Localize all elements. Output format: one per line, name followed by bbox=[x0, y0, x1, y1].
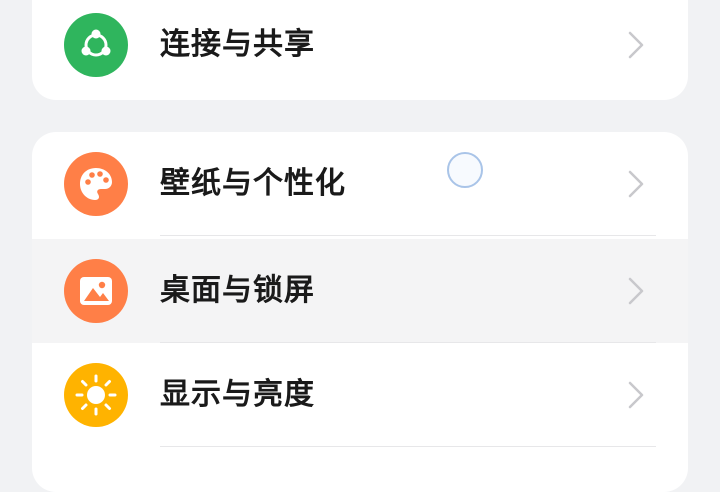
image-icon bbox=[64, 259, 128, 323]
settings-item-display-brightness[interactable]: 显示与亮度 bbox=[32, 343, 688, 447]
settings-group-connectivity: 连接与共享 bbox=[32, 0, 688, 100]
sun-icon bbox=[64, 363, 128, 427]
divider bbox=[160, 446, 656, 447]
settings-item-connection-sharing[interactable]: 连接与共享 bbox=[32, 0, 688, 90]
chevron-right-icon bbox=[628, 170, 644, 198]
settings-item-label: 壁纸与个性化 bbox=[160, 166, 346, 201]
palette-icon bbox=[64, 152, 128, 216]
divider bbox=[160, 235, 656, 236]
chevron-right-icon bbox=[628, 31, 644, 59]
settings-item-label: 连接与共享 bbox=[160, 27, 315, 62]
settings-item-label: 显示与亮度 bbox=[160, 377, 315, 412]
touch-indicator bbox=[447, 152, 483, 188]
settings-item-home-lock-screen[interactable]: 桌面与锁屏 bbox=[32, 239, 688, 343]
share-icon bbox=[64, 13, 128, 77]
chevron-right-icon bbox=[628, 277, 644, 305]
settings-item-label: 桌面与锁屏 bbox=[160, 273, 315, 308]
settings-item-wallpaper[interactable]: 壁纸与个性化 bbox=[32, 132, 688, 236]
chevron-right-icon bbox=[628, 381, 644, 409]
settings-group-personalization: 壁纸与个性化 桌面与锁屏 显示与亮度 bbox=[32, 132, 688, 492]
